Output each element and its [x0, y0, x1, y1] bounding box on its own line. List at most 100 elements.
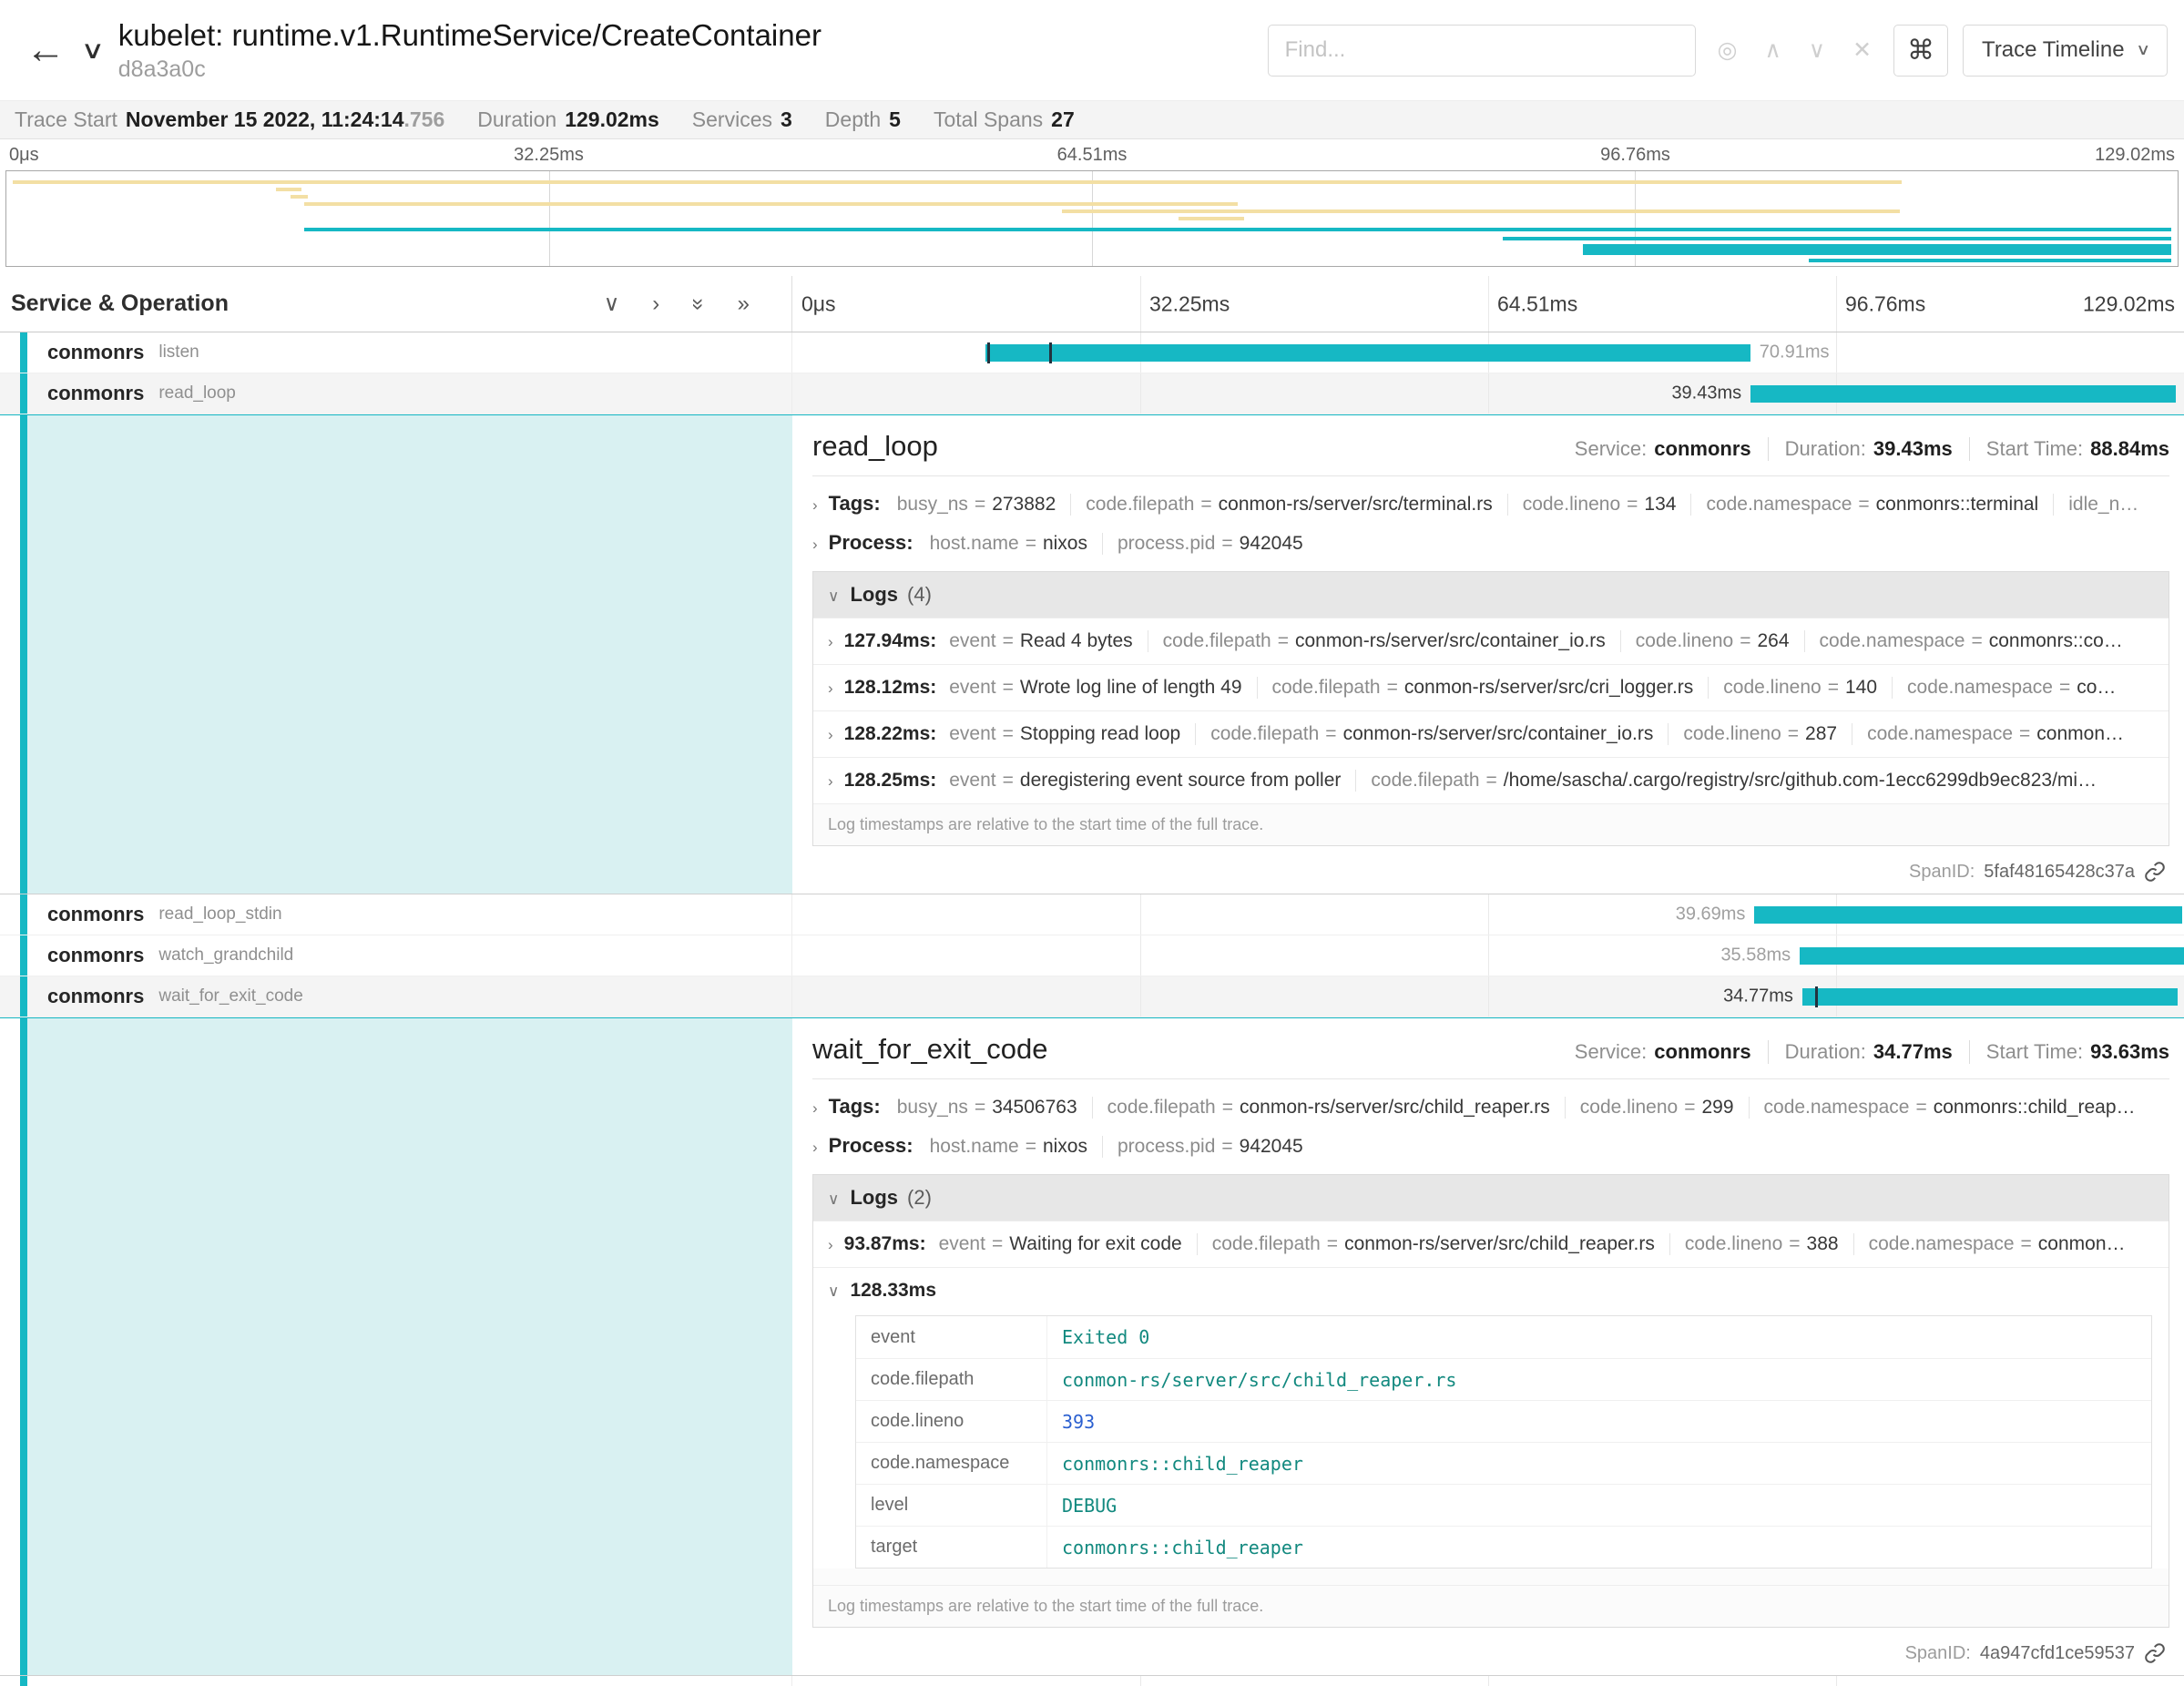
log-field-key: code.lineno — [1723, 677, 1821, 698]
expand-one-icon[interactable]: › — [652, 291, 659, 317]
log-field-key: code.lineno — [1636, 630, 1733, 651]
process-key: host.name — [930, 1136, 1019, 1157]
span-row-wait-for-exit-code[interactable]: conmonrs wait_for_exit_code 34.77ms — [0, 976, 2184, 1017]
deep-link-icon[interactable] — [2144, 1642, 2166, 1664]
span-bar[interactable] — [1750, 385, 2176, 403]
span-row-read-loop[interactable]: conmonrs read_loop 39.43ms — [0, 373, 2184, 414]
equals-sign: = — [1971, 630, 1982, 651]
span-detail-title: read_loop — [812, 430, 938, 463]
logs-section: ∨ Logs (2) › 93.87ms: event=Waiting for … — [812, 1174, 2169, 1628]
process-accordian[interactable]: › Process: host.name=nixos process.pid=9… — [812, 531, 2169, 555]
log-entry-header[interactable]: ∨ 128.33ms — [813, 1268, 2169, 1313]
span-bar[interactable] — [985, 344, 1750, 362]
summary-trace-start: Trace StartNovember 15 2022, 11:24:14.75… — [15, 107, 444, 132]
ruler-tick: 64.51ms — [1497, 291, 1577, 316]
log-entry[interactable]: › 128.25ms: event=deregistering event so… — [813, 757, 2169, 803]
chevron-right-icon: › — [812, 1139, 818, 1157]
log-field: code.filepath=conmon-rs/server/src/conta… — [1148, 630, 1620, 652]
span-duration-label: 70.91ms — [1760, 342, 1830, 363]
chevron-right-icon: › — [812, 496, 818, 515]
find-input[interactable] — [1268, 25, 1696, 77]
span-detail-meta: Service:conmonrs Duration:39.43ms Start … — [1575, 437, 2169, 461]
chevron-down-icon: ∨ — [828, 1190, 839, 1209]
span-id-row: SpanID: 4a947cfd1ce59537 — [812, 1642, 2169, 1664]
span-row-watch-grandchild[interactable]: conmonrs watch_grandchild 35.58ms — [0, 935, 2184, 976]
tag-value: conmonrs::terminal — [1876, 494, 2039, 515]
equals-sign: = — [1026, 1136, 1036, 1157]
log-field-value: conmon-rs/server/src/child_reaper.rs — [1344, 1233, 1655, 1254]
process-value: nixos — [1043, 533, 1087, 554]
back-button[interactable]: ← — [16, 30, 75, 70]
trace-title: kubelet: runtime.v1.RuntimeService/Creat… — [118, 18, 822, 53]
field-key: code.filepath — [856, 1359, 1047, 1400]
log-entry[interactable]: › 127.94ms: event=Read 4 bytes code.file… — [813, 618, 2169, 664]
equals-sign: = — [1003, 677, 1014, 698]
log-field-value: conmon-rs/server/src/container_io.rs — [1343, 723, 1654, 744]
log-entry[interactable]: › 128.22ms: event=Stopping read loop cod… — [813, 710, 2169, 757]
span-detail-panel: read_loop Service:conmonrs Duration:39.4… — [792, 415, 2184, 894]
collapse-title-chevron-icon[interactable]: ∨ — [81, 36, 106, 65]
span-operation: watch_grandchild — [158, 945, 293, 966]
minimap-canvas[interactable] — [5, 170, 2179, 267]
span-detail-header: wait_for_exit_code Service:conmonrs Dura… — [812, 1033, 2169, 1079]
clear-search-icon[interactable]: ✕ — [1852, 36, 1872, 64]
span-row-read-loop-stdin[interactable]: conmonrs read_loop_stdin 39.69ms — [0, 894, 2184, 935]
log-entry[interactable]: › 128.12ms: event=Wrote log line of leng… — [813, 664, 2169, 710]
tags-accordian[interactable]: › Tags: busy_ns=273882 code.filepath=con… — [812, 492, 2169, 516]
expand-all-icon[interactable]: » — [738, 291, 750, 317]
span-row-write-exit-path[interactable]: conmonrs write_exit_path 303μs — [0, 1676, 2184, 1686]
tags-accordian[interactable]: › Tags: busy_ns=34506763 code.filepath=c… — [812, 1095, 2169, 1119]
meta-duration: Duration:34.77ms — [1768, 1040, 1953, 1064]
tag-key: code.filepath — [1107, 1097, 1216, 1118]
log-field-key: code.filepath — [1163, 630, 1271, 651]
meta-value: conmonrs — [1654, 437, 1750, 460]
collapse-all-icon[interactable]: » — [686, 298, 711, 310]
log-field-value: conmon-rs/server/src/container_io.rs — [1295, 630, 1606, 651]
collapse-one-icon[interactable]: ∨ — [604, 291, 620, 317]
focus-match-icon[interactable]: ◎ — [1718, 36, 1738, 64]
chevron-right-icon: › — [828, 726, 833, 744]
log-entry[interactable]: › 93.87ms: event=Waiting for exit code c… — [813, 1221, 2169, 1267]
minimap-span-bar — [13, 180, 1902, 184]
span-row-listen[interactable]: conmonrs listen 70.91ms — [0, 332, 2184, 373]
tag-pill: code.lineno=134 — [1507, 494, 1691, 516]
field-value: Exited 0 — [1047, 1326, 1164, 1348]
span-detail-panel: wait_for_exit_code Service:conmonrs Dura… — [792, 1018, 2184, 1675]
span-detail-wait-for-exit-code: wait_for_exit_code Service:conmonrs Dura… — [0, 1017, 2184, 1676]
span-operation: wait_for_exit_code — [158, 986, 302, 1006]
span-bar[interactable] — [1754, 906, 2182, 924]
log-field-key: code.lineno — [1685, 1233, 1782, 1254]
process-key: process.pid — [1118, 533, 1215, 554]
gridline — [1488, 276, 1489, 332]
span-name-cell: conmonrs write_exit_path — [0, 1676, 792, 1686]
log-field-key: code.namespace — [1867, 723, 2013, 744]
field-key: code.namespace — [856, 1443, 1047, 1484]
summary-value: November 15 2022, 11:24:14 — [126, 107, 404, 131]
log-field-key: event — [949, 630, 995, 651]
gridline — [1836, 276, 1837, 332]
process-accordian[interactable]: › Process: host.name=nixos process.pid=9… — [812, 1134, 2169, 1158]
logs-accordian-header[interactable]: ∨ Logs (4) — [813, 572, 2169, 618]
timeline-ruler: 0μs 32.25ms 64.51ms 96.76ms 129.02ms — [792, 276, 2184, 332]
gridline — [1488, 935, 1489, 976]
equals-sign: = — [1684, 1097, 1695, 1118]
gridline — [1140, 935, 1141, 976]
summary-services: Services3 — [692, 107, 792, 132]
trace-view-selector-button[interactable]: Trace Timeline ∨ — [1963, 25, 2168, 77]
next-result-icon[interactable]: ∨ — [1809, 36, 1825, 64]
chevron-right-icon: › — [828, 633, 833, 651]
prev-result-icon[interactable]: ∧ — [1764, 36, 1781, 64]
log-field-row: targetconmonrs::child_reaper — [856, 1526, 2151, 1568]
keyboard-shortcuts-button[interactable]: ⌘ — [1893, 25, 1948, 77]
summary-value: 5 — [889, 107, 901, 131]
equals-sign: = — [1325, 723, 1336, 744]
meta-value: 34.77ms — [1873, 1040, 1953, 1063]
deep-link-icon[interactable] — [2144, 861, 2166, 883]
chevron-down-icon: ∨ — [2136, 41, 2150, 59]
minimap-span-bar — [291, 195, 308, 199]
tag-key: idle_n… — [2068, 494, 2138, 515]
minimap-tick: 0μs — [9, 145, 39, 166]
logs-accordian-header[interactable]: ∨ Logs (2) — [813, 1175, 2169, 1221]
span-bar[interactable] — [1800, 947, 2183, 965]
span-bar[interactable] — [1802, 988, 2178, 1006]
